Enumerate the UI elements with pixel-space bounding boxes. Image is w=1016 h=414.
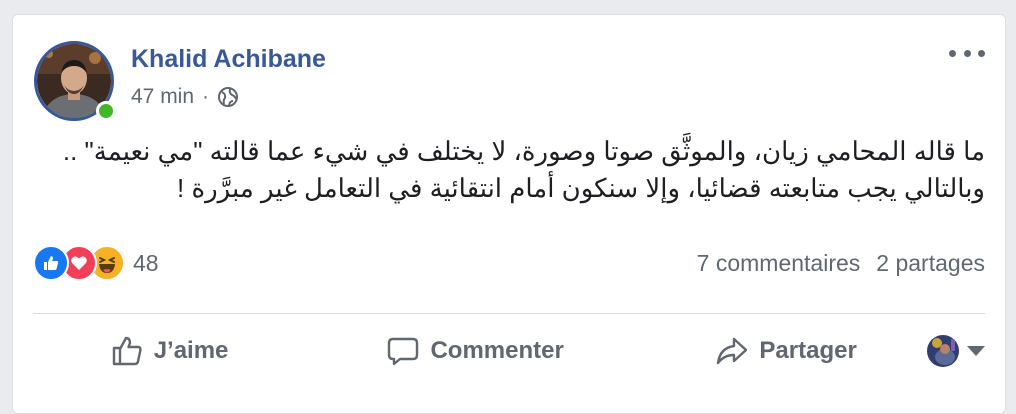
globe-icon[interactable] — [217, 86, 239, 108]
chevron-down-icon — [967, 346, 985, 356]
online-status-dot — [96, 101, 116, 121]
author-avatar-wrapper[interactable] — [34, 41, 116, 121]
comment-bubble-icon — [388, 337, 419, 366]
share-button[interactable]: Partager — [645, 325, 927, 377]
post-card: Khalid Achibane 47 min · ما قاله المحامي… — [12, 14, 1006, 414]
shares-count-link[interactable]: 2 partages — [876, 250, 985, 277]
post-stats: 48 7 commentaires 2 partages — [33, 243, 985, 283]
comments-count-link[interactable]: 7 commentaires — [697, 250, 861, 277]
like-button[interactable]: J’aime — [33, 325, 305, 377]
engagement-stats: 7 commentaires 2 partages — [697, 250, 985, 277]
post-actions: J’aime Commenter Partager — [33, 325, 985, 377]
reaction-as-selector[interactable] — [927, 335, 985, 367]
post-text: ما قاله المحامي زيان، والموثَّق صوتا وصو… — [62, 136, 985, 203]
actions-divider — [33, 313, 985, 314]
like-reaction-icon — [33, 245, 69, 281]
post-timestamp[interactable]: 47 min — [131, 85, 194, 109]
author-name-link[interactable]: Khalid Achibane — [131, 45, 326, 74]
like-button-label: J’aime — [153, 337, 229, 364]
reaction-count: 48 — [133, 249, 159, 276]
comment-button-label: Commenter — [430, 337, 564, 364]
share-button-label: Partager — [759, 337, 857, 364]
comment-button[interactable]: Commenter — [305, 325, 645, 377]
post-meta: 47 min · — [131, 85, 239, 109]
meta-separator: · — [202, 85, 210, 108]
reactions-summary[interactable]: 48 — [33, 245, 159, 281]
thumbs-up-icon — [112, 336, 142, 366]
more-options-icon[interactable] — [949, 43, 985, 63]
share-arrow-icon — [717, 337, 748, 365]
mini-avatar — [927, 335, 959, 367]
